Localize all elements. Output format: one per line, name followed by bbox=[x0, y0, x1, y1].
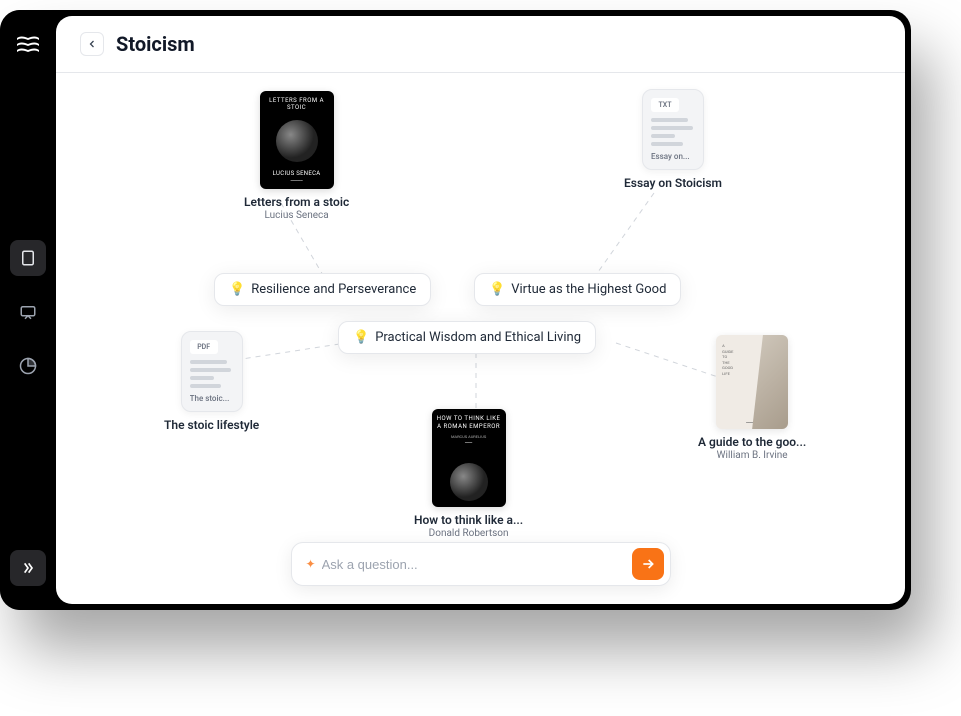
book-cover-icon: AGUIDETOTHEGOODLIFE ━━━━━ bbox=[716, 335, 788, 429]
concept-practical-wisdom[interactable]: 💡 Practical Wisdom and Ethical Living bbox=[338, 321, 596, 354]
node-guide-to-good-life[interactable]: AGUIDETOTHEGOODLIFE ━━━━━ A guide to the… bbox=[698, 335, 806, 461]
cover-bottom-icon: ━━━━━ bbox=[716, 420, 788, 425]
concept-label: Practical Wisdom and Ethical Living bbox=[375, 330, 581, 345]
app-container: Stoicism LETTERS FROM A STOIC LUCIUS SEN… bbox=[0, 10, 911, 610]
lightbulb-icon: 💡 bbox=[353, 330, 369, 345]
concept-label: Virtue as the Highest Good bbox=[511, 282, 666, 297]
nav-items bbox=[10, 240, 46, 384]
file-preview-name: The stoic... bbox=[190, 394, 234, 403]
file-card-icon: TXT Essay on... bbox=[642, 89, 704, 170]
send-button[interactable] bbox=[632, 548, 664, 580]
nav-item-chart[interactable] bbox=[10, 348, 46, 384]
node-subtitle: Donald Robertson bbox=[429, 528, 509, 539]
node-title: How to think like a... bbox=[414, 513, 523, 527]
concept-resilience[interactable]: 💡 Resilience and Perseverance bbox=[214, 273, 431, 306]
nav-item-book[interactable] bbox=[10, 240, 46, 276]
nav-item-chat[interactable] bbox=[10, 294, 46, 330]
sparkle-icon: ✦ bbox=[306, 557, 316, 571]
node-letters-from-a-stoic[interactable]: LETTERS FROM A STOIC LUCIUS SENECA ━━━━━… bbox=[244, 91, 349, 221]
logo-icon bbox=[15, 34, 41, 60]
file-card-icon: PDF The stoic... bbox=[181, 331, 243, 412]
canvas[interactable]: LETTERS FROM A STOIC LUCIUS SENECA ━━━━━… bbox=[56, 73, 905, 604]
lightbulb-icon: 💡 bbox=[489, 282, 505, 297]
sidebar bbox=[0, 10, 56, 610]
cover-subline: ━━━ bbox=[436, 440, 502, 445]
cover-bottom-text: LUCIUS SENECA bbox=[273, 170, 321, 177]
file-lines-icon bbox=[190, 360, 234, 388]
cover-mid-text: MARCUS AURELIUS bbox=[436, 434, 502, 439]
file-badge: TXT bbox=[651, 98, 679, 112]
cover-text-icon: AGUIDETOTHEGOODLIFE bbox=[722, 343, 733, 377]
page-title: Stoicism bbox=[116, 32, 195, 56]
node-title: Essay on Stoicism bbox=[624, 176, 722, 190]
concept-virtue[interactable]: 💡 Virtue as the Highest Good bbox=[474, 273, 681, 306]
book-cover-icon: LETTERS FROM A STOIC LUCIUS SENECA ━━━━━ bbox=[260, 91, 334, 189]
ask-question-bar: ✦ bbox=[291, 542, 671, 586]
node-stoic-lifestyle[interactable]: PDF The stoic... The stoic lifestyle bbox=[164, 331, 259, 432]
cover-top-text: LETTERS FROM A STOIC bbox=[264, 97, 330, 111]
file-preview-name: Essay on... bbox=[651, 152, 695, 161]
node-how-to-think-like-emperor[interactable]: HOW TO THINK LIKE A ROMAN EMPEROR MARCUS… bbox=[414, 409, 523, 539]
file-badge: PDF bbox=[190, 340, 218, 354]
book-cover-icon: HOW TO THINK LIKE A ROMAN EMPEROR MARCUS… bbox=[432, 409, 506, 507]
cover-subline: ━━━━━ bbox=[273, 178, 321, 183]
node-subtitle: William B. Irvine bbox=[717, 450, 788, 461]
main-panel: Stoicism LETTERS FROM A STOIC LUCIUS SEN… bbox=[56, 16, 905, 604]
cover-portrait-icon bbox=[450, 463, 488, 501]
back-button[interactable] bbox=[80, 32, 104, 56]
cover-portrait-icon bbox=[276, 120, 318, 162]
header: Stoicism bbox=[56, 16, 905, 73]
expand-sidebar-button[interactable] bbox=[10, 550, 46, 586]
node-essay-on-stoicism[interactable]: TXT Essay on... Essay on Stoicism bbox=[624, 89, 722, 190]
ask-input[interactable] bbox=[322, 557, 632, 572]
cover-top-text: HOW TO THINK LIKE A ROMAN EMPEROR bbox=[436, 415, 502, 431]
node-subtitle: Lucius Seneca bbox=[264, 210, 328, 221]
node-title: A guide to the goo... bbox=[698, 435, 806, 449]
node-title: Letters from a stoic bbox=[244, 195, 349, 209]
lightbulb-icon: 💡 bbox=[229, 282, 245, 297]
file-lines-icon bbox=[651, 118, 695, 146]
concept-label: Resilience and Perseverance bbox=[251, 282, 416, 297]
node-title: The stoic lifestyle bbox=[164, 418, 259, 432]
